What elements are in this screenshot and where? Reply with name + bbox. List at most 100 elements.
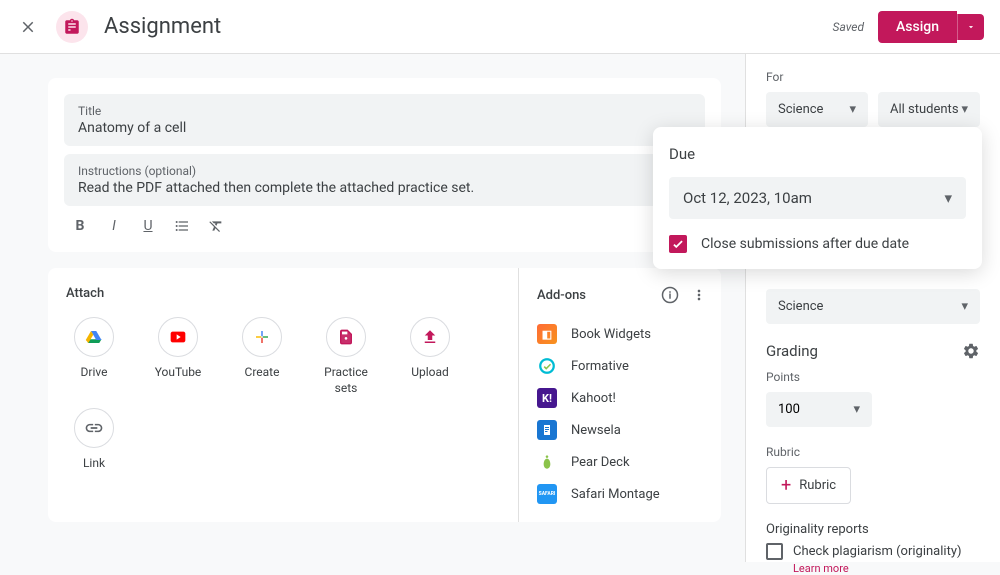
bullet-list-button[interactable] (172, 216, 192, 236)
upload-icon (421, 328, 439, 346)
addon-label: Kahoot! (571, 391, 616, 406)
grading-title: Grading (766, 342, 818, 360)
topic-section: Science ▾ (766, 289, 980, 324)
more-vert-icon[interactable] (691, 287, 707, 303)
checkbox-unchecked-icon[interactable] (766, 543, 783, 560)
chevron-down-icon: ▾ (944, 189, 952, 207)
chevron-down-icon: ▾ (849, 102, 856, 117)
clipboard-icon (63, 18, 81, 36)
header: Assignment Saved Assign (0, 0, 1000, 54)
assign-button-group: Assign (878, 11, 984, 43)
attach-create-label: Create (245, 365, 280, 381)
addon-formative[interactable]: Formative (537, 350, 707, 382)
assign-dropdown-button[interactable] (957, 14, 984, 40)
instructions-value: Read the PDF attached then complete the … (78, 180, 691, 196)
originality-section: Originality reports Check plagiarism (or… (766, 522, 980, 575)
points-value: 100 (778, 402, 800, 417)
due-date-value: Oct 12, 2023, 10am (683, 189, 812, 207)
caret-down-icon (966, 22, 976, 32)
grading-section: Grading Points 100 ▾ (766, 342, 980, 427)
attach-card: Attach Drive YouTube Create (48, 268, 721, 522)
gear-icon[interactable] (962, 342, 980, 360)
instructions-field[interactable]: Instructions (optional) Read the PDF att… (64, 154, 705, 206)
assign-button[interactable]: Assign (878, 11, 957, 43)
page-title: Assignment (104, 14, 221, 39)
content-area: Title Anatomy of a cell Instructions (op… (0, 54, 745, 562)
originality-checkbox-row[interactable]: Check plagiarism (originality) (766, 543, 980, 560)
attach-drive-label: Drive (81, 365, 108, 381)
attach-youtube-label: YouTube (155, 365, 202, 381)
close-submissions-label: Close submissions after due date (701, 236, 909, 252)
attach-drive[interactable]: Drive (66, 317, 122, 396)
main: Title Anatomy of a cell Instructions (op… (0, 54, 1000, 562)
safari-icon: SAFARI (537, 484, 557, 504)
originality-check-label: Check plagiarism (originality) (793, 544, 962, 559)
chevron-down-icon: ▾ (853, 402, 860, 417)
bookwidgets-icon: ◧ (537, 324, 557, 344)
for-section: For Science ▾ All students ▾ (766, 70, 980, 127)
attach-link[interactable]: Link (66, 408, 122, 472)
format-toolbar: B I U (64, 216, 705, 236)
clear-format-icon (208, 218, 224, 234)
addon-safari[interactable]: SAFARI Safari Montage (537, 478, 707, 510)
points-label: Points (766, 370, 980, 384)
checkbox-checked-icon[interactable] (669, 235, 687, 253)
addon-label: Newsela (571, 423, 621, 438)
for-label: For (766, 70, 980, 84)
bold-button[interactable]: B (70, 216, 90, 236)
newsela-icon (537, 420, 557, 440)
topic-value: Science (778, 299, 823, 314)
due-title: Due (669, 145, 966, 163)
title-field[interactable]: Title Anatomy of a cell (64, 94, 705, 146)
plus-icon (253, 328, 271, 346)
class-value: Science (778, 102, 823, 117)
attach-youtube[interactable]: YouTube (150, 317, 206, 396)
header-left: Assignment (16, 11, 221, 43)
attach-title: Attach (66, 286, 500, 301)
addon-label: Safari Montage (571, 487, 660, 502)
attach-practice-sets[interactable]: Practice sets (318, 317, 374, 396)
clear-format-button[interactable] (206, 216, 226, 236)
addon-kahoot[interactable]: K! Kahoot! (537, 382, 707, 414)
addons-title: Add-ons (537, 288, 586, 303)
underline-button[interactable]: U (138, 216, 158, 236)
chevron-down-icon: ▾ (961, 299, 968, 314)
attach-grid: Drive YouTube Create Practice sets (66, 317, 500, 472)
addon-label: Formative (571, 359, 629, 374)
sidebar: For Science ▾ All students ▾ Science ▾ (745, 54, 1000, 562)
bullet-list-icon (174, 218, 190, 234)
addons-header: Add-ons (537, 286, 707, 304)
chevron-down-icon: ▾ (961, 102, 968, 117)
addon-newsela[interactable]: Newsela (537, 414, 707, 446)
close-button[interactable] (16, 15, 40, 39)
originality-title: Originality reports (766, 522, 980, 537)
rubric-label: Rubric (766, 445, 980, 459)
title-label: Title (78, 104, 691, 118)
drive-icon (84, 328, 104, 346)
italic-button[interactable]: I (104, 216, 124, 236)
editor-card: Title Anatomy of a cell Instructions (op… (48, 78, 721, 252)
addon-label: Book Widgets (571, 327, 651, 342)
addon-bookwidgets[interactable]: ◧ Book Widgets (537, 318, 707, 350)
attach-create[interactable]: Create (234, 317, 290, 396)
close-submissions-row[interactable]: Close submissions after due date (669, 235, 966, 253)
youtube-icon (167, 329, 189, 345)
attach-upload[interactable]: Upload (402, 317, 458, 396)
points-select[interactable]: 100 ▾ (766, 392, 872, 427)
addons-header-icons (661, 286, 707, 304)
students-value: All students (890, 102, 959, 117)
learn-more-link[interactable]: Learn more (793, 562, 980, 575)
addons-section: Add-ons ◧ Book Widgets Formative K! K (519, 268, 721, 522)
link-icon (84, 418, 104, 438)
students-select[interactable]: All students ▾ (878, 92, 980, 127)
addon-peardeck[interactable]: Pear Deck (537, 446, 707, 478)
attach-section: Attach Drive YouTube Create (48, 268, 519, 522)
attach-practice-label: Practice sets (318, 365, 374, 396)
info-icon[interactable] (661, 286, 679, 304)
kahoot-icon: K! (537, 388, 557, 408)
close-icon (19, 18, 37, 36)
class-select[interactable]: Science ▾ (766, 92, 868, 127)
due-date-select[interactable]: Oct 12, 2023, 10am ▾ (669, 177, 966, 219)
topic-select[interactable]: Science ▾ (766, 289, 980, 324)
rubric-button[interactable]: + Rubric (766, 467, 851, 504)
